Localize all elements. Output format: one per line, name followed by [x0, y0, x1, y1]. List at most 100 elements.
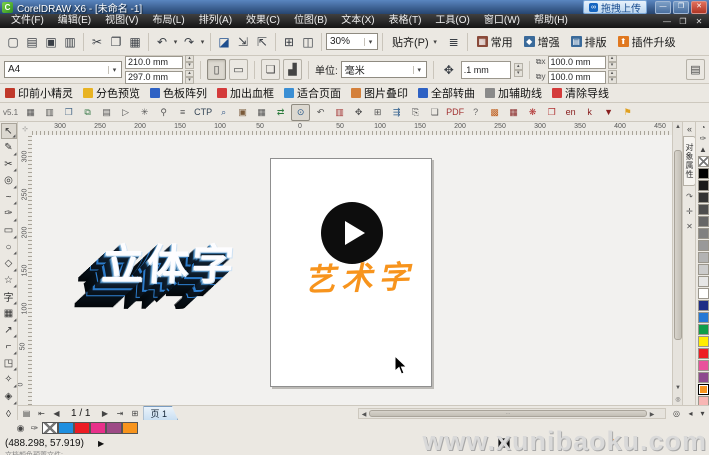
- move-icon[interactable]: ✥: [350, 105, 367, 120]
- distribute-icon[interactable]: ⇶: [388, 105, 405, 120]
- polygon-tool[interactable]: ◇◢: [1, 256, 17, 272]
- horizontal-scrollbar[interactable]: ◀ ⋯ ▶: [358, 408, 666, 419]
- palette-scroll-up-icon[interactable]: ▲: [699, 144, 707, 155]
- new-document-icon[interactable]: ▢: [4, 33, 22, 51]
- plugin-button-5[interactable]: 图片叠印: [351, 85, 408, 101]
- drawing-canvas[interactable]: 立体字 艺术字: [32, 135, 672, 405]
- menu-item-0[interactable]: 文件(F): [4, 14, 51, 28]
- menu-item-3[interactable]: 布局(L): [145, 14, 191, 28]
- horizontal-ruler[interactable]: 3002502001501005005010015020025030035040…: [32, 122, 672, 136]
- node-edit-icon[interactable]: ⚲: [155, 105, 172, 120]
- plugin-button-8[interactable]: 清除导线: [552, 85, 609, 101]
- duplicate-y-field[interactable]: 100.0 mm: [548, 71, 606, 84]
- snap-to-button[interactable]: 贴齐(P)▾: [387, 34, 444, 50]
- freehand-tool[interactable]: ~◢: [1, 189, 17, 205]
- crop-tool[interactable]: ✂◢: [1, 156, 17, 172]
- recent-color-swatch[interactable]: [106, 422, 122, 434]
- link-pages-icon[interactable]: ⧉: [79, 105, 96, 120]
- menu-item-5[interactable]: 效果(C): [239, 14, 287, 28]
- duplicate-x-field[interactable]: 100.0 mm: [548, 56, 606, 69]
- scroll-right-icon[interactable]: ▶: [647, 410, 657, 420]
- paste-icon[interactable]: ▦: [126, 33, 144, 51]
- recent-no-fill-swatch[interactable]: [42, 422, 58, 434]
- connector-tool[interactable]: ⌐◢: [1, 339, 17, 355]
- menu-item-1[interactable]: 编辑(E): [51, 14, 98, 28]
- color-swatch[interactable]: [698, 204, 709, 215]
- document-pages-icon[interactable]: ▤: [20, 409, 33, 418]
- text-tool[interactable]: 字◢: [1, 289, 17, 305]
- menu-item-2[interactable]: 视图(V): [98, 14, 145, 28]
- dropdown-arrow-icon[interactable]: ▾: [199, 38, 206, 46]
- palette-flyout-icon[interactable]: ◔: [701, 122, 706, 133]
- red-cells-icon[interactable]: ▦: [505, 105, 522, 120]
- red-flower-icon[interactable]: ❋: [524, 105, 541, 120]
- no-fill-swatch[interactable]: [698, 156, 709, 167]
- plugin-button-3[interactable]: 加出血框: [217, 85, 274, 101]
- plugin-button-0[interactable]: 印前小精灵: [5, 85, 73, 101]
- color-swatch[interactable]: [698, 300, 709, 311]
- color-swatch[interactable]: [698, 252, 709, 263]
- artistic-media-tool[interactable]: ✑◢: [1, 206, 17, 222]
- color-eyedropper-icon[interactable]: ✑: [28, 423, 41, 434]
- color-swatch[interactable]: [698, 264, 709, 275]
- eyedropper-tool[interactable]: ✧◢: [1, 372, 17, 388]
- custom-toolbar-button-1[interactable]: ◆增强: [519, 34, 565, 50]
- 3d-text-object[interactable]: 立体字: [100, 231, 239, 292]
- numbering-icon[interactable]: ≡: [174, 105, 191, 120]
- recent-color-swatch[interactable]: [90, 422, 106, 434]
- select-nodes-icon[interactable]: ⊙: [291, 104, 310, 121]
- upload-button[interactable]: ∞ 拖拽上传: [583, 0, 647, 14]
- color-swatch[interactable]: [698, 324, 709, 335]
- color-swatch[interactable]: [698, 168, 709, 179]
- align-grid-icon[interactable]: ⊞: [369, 105, 386, 120]
- rectangle-tool[interactable]: ▭◢: [1, 223, 17, 239]
- doc-restore-button[interactable]: ❐: [677, 17, 689, 26]
- menu-item-8[interactable]: 表格(T): [382, 14, 429, 28]
- custom-toolbar-button-2[interactable]: ▤排版: [566, 34, 612, 50]
- position-icon[interactable]: ✛: [686, 207, 693, 216]
- palette-left-icon[interactable]: ◂: [684, 409, 697, 418]
- red-down-icon[interactable]: ▼: [600, 105, 617, 120]
- color-swatch[interactable]: [698, 180, 709, 191]
- menu-item-10[interactable]: 窗口(W): [477, 14, 527, 28]
- color-swatch[interactable]: [698, 240, 709, 251]
- doc-minimize-button[interactable]: —: [661, 17, 673, 26]
- copy-icon[interactable]: ❐: [107, 33, 125, 51]
- redo-icon[interactable]: ↷: [180, 33, 198, 51]
- rotate-icon[interactable]: ↷: [686, 192, 693, 201]
- import-icon[interactable]: ⇲: [234, 33, 252, 51]
- recent-color-swatch[interactable]: [122, 422, 138, 434]
- maximize-button[interactable]: ❐: [673, 1, 689, 14]
- menu-item-4[interactable]: 排列(A): [192, 14, 239, 28]
- current-page-button[interactable]: ▟: [283, 59, 302, 80]
- table-grid-icon[interactable]: ▦: [253, 105, 270, 120]
- scroll-left-icon[interactable]: ◀: [359, 410, 369, 420]
- doc-close-button[interactable]: ✕: [693, 17, 705, 26]
- basic-shapes-tool[interactable]: ☆◢: [1, 272, 17, 288]
- custom-toolbar-button-0[interactable]: ▦常用: [472, 34, 518, 50]
- copy-props-icon[interactable]: ❏: [426, 105, 443, 120]
- all-pages-button[interactable]: ❏: [261, 59, 280, 80]
- gear-flower-icon[interactable]: ✳: [136, 105, 153, 120]
- zoom-tool[interactable]: ◎◢: [1, 173, 17, 189]
- app-launcher-icon[interactable]: ⊞: [280, 33, 298, 51]
- add-page-button[interactable]: ⊞: [128, 409, 141, 418]
- menu-item-11[interactable]: 帮助(H): [527, 14, 575, 28]
- zoom-doc-icon[interactable]: ⌕: [215, 105, 232, 120]
- duplicate-x-spinner[interactable]: ▴▾: [608, 55, 617, 69]
- color-swatch[interactable]: [698, 288, 709, 299]
- ctp-icon[interactable]: CTP: [193, 105, 213, 120]
- export-icon[interactable]: ⇱: [253, 33, 271, 51]
- proof-colors-icon[interactable]: ◉: [14, 423, 27, 434]
- plugin-button-2[interactable]: 色板阵列: [150, 85, 207, 101]
- swap-colors-icon[interactable]: ⇄: [272, 105, 289, 120]
- menu-item-7[interactable]: 文本(X): [334, 14, 381, 28]
- minimize-button[interactable]: —: [655, 1, 671, 14]
- docker-collapse-button[interactable]: «: [687, 124, 692, 134]
- page-flip-icon[interactable]: ▷: [117, 105, 134, 120]
- color-swatch[interactable]: [698, 336, 709, 347]
- paper-preset-combo[interactable]: A4 ▾: [4, 61, 122, 78]
- art-text-object[interactable]: 艺术字: [303, 251, 416, 300]
- lamp-icon[interactable]: ⚑: [619, 105, 636, 120]
- horizontal-scroll-thumb[interactable]: ⋯: [369, 410, 647, 417]
